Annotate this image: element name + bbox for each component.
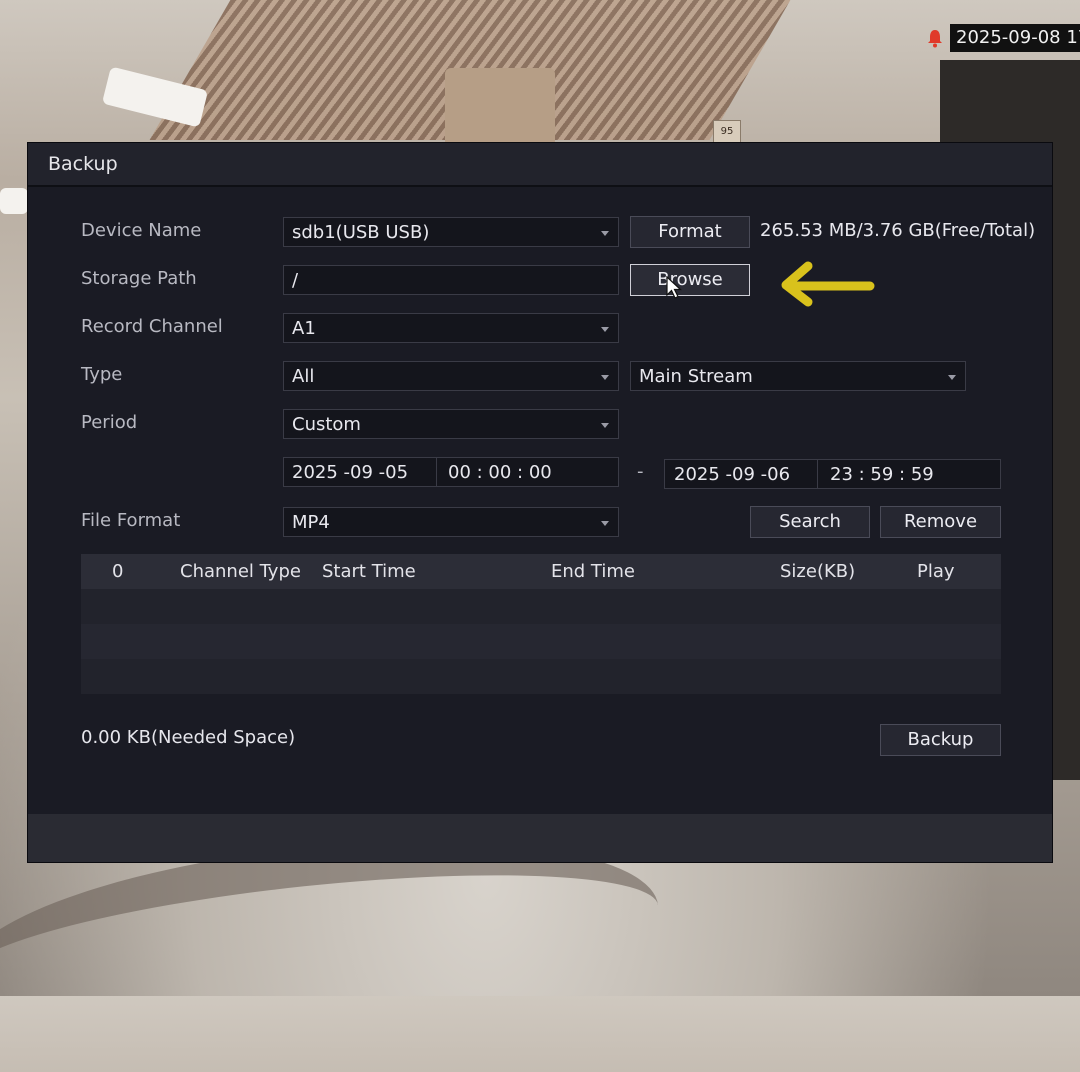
column-header-play: Play <box>917 561 955 582</box>
stream-value: Main Stream <box>639 366 753 387</box>
dialog-title: Backup <box>28 143 1052 187</box>
background-door <box>445 68 555 148</box>
table-row <box>81 589 1001 624</box>
column-header-start-time: Start Time <box>322 561 416 582</box>
backup-file-table: 0 Channel Type Start Time End Time Size(… <box>81 554 1001 695</box>
start-datetime-field[interactable]: 2025 -09 -05 00 : 00 : 00 <box>283 457 619 487</box>
storage-path-label: Storage Path <box>81 268 197 289</box>
file-format-value: MP4 <box>292 512 330 533</box>
mouse-pointer-icon <box>666 276 682 299</box>
dialog-footer <box>28 814 1052 862</box>
end-time[interactable]: 23 : 59 : 59 <box>830 460 934 488</box>
device-name-label: Device Name <box>81 220 202 241</box>
arrow-annotation-icon <box>781 261 875 307</box>
column-header-size: Size(KB) <box>780 561 856 582</box>
file-format-select[interactable]: MP4 <box>283 507 619 537</box>
table-row <box>81 659 1001 694</box>
datetime-divider <box>436 458 437 486</box>
record-channel-value: A1 <box>292 318 316 339</box>
device-name-select[interactable]: sdb1(USB USB) <box>283 217 619 247</box>
needed-space: 0.00 KB(Needed Space) <box>81 727 296 748</box>
background-room-sign: 95 <box>713 120 741 144</box>
device-name-value: sdb1(USB USB) <box>292 222 430 243</box>
bell-icon <box>928 30 942 48</box>
start-date[interactable]: 2025 -09 -05 <box>292 458 408 486</box>
remove-button[interactable]: Remove <box>880 506 1001 538</box>
backup-dialog: Backup Device Name sdb1(USB USB) Format … <box>28 143 1052 862</box>
column-header-count[interactable]: 0 <box>112 554 123 589</box>
background-ceiling-light <box>0 188 28 214</box>
record-channel-label: Record Channel <box>81 316 223 337</box>
end-date[interactable]: 2025 -09 -06 <box>674 460 790 488</box>
table-header: 0 Channel Type Start Time End Time Size(… <box>81 554 1001 589</box>
storage-path-value: / <box>292 270 299 291</box>
column-header-channel-type: Channel Type <box>180 561 301 582</box>
period-select[interactable]: Custom <box>283 409 619 439</box>
browse-button[interactable]: Browse <box>630 264 750 296</box>
record-channel-select[interactable]: A1 <box>283 313 619 343</box>
stream-select[interactable]: Main Stream <box>630 361 966 391</box>
osd-datetime: 2025-09-08 17 <box>950 24 1080 52</box>
end-datetime-field[interactable]: 2025 -09 -06 23 : 59 : 59 <box>664 459 1001 489</box>
range-separator: - <box>637 461 644 482</box>
period-value: Custom <box>292 414 361 435</box>
column-header-end-time: End Time <box>551 561 635 582</box>
type-select[interactable]: All <box>283 361 619 391</box>
search-button[interactable]: Search <box>750 506 870 538</box>
start-time[interactable]: 00 : 00 : 00 <box>448 458 552 486</box>
device-capacity: 265.53 MB/3.76 GB(Free/Total) <box>760 220 1036 241</box>
datetime-divider <box>817 460 818 488</box>
table-row <box>81 624 1001 659</box>
type-value: All <box>292 366 315 387</box>
period-label: Period <box>81 412 138 433</box>
file-format-label: File Format <box>81 510 181 531</box>
storage-path-input[interactable]: / <box>283 265 619 295</box>
type-label: Type <box>81 364 123 385</box>
backup-button[interactable]: Backup <box>880 724 1001 756</box>
format-button[interactable]: Format <box>630 216 750 248</box>
